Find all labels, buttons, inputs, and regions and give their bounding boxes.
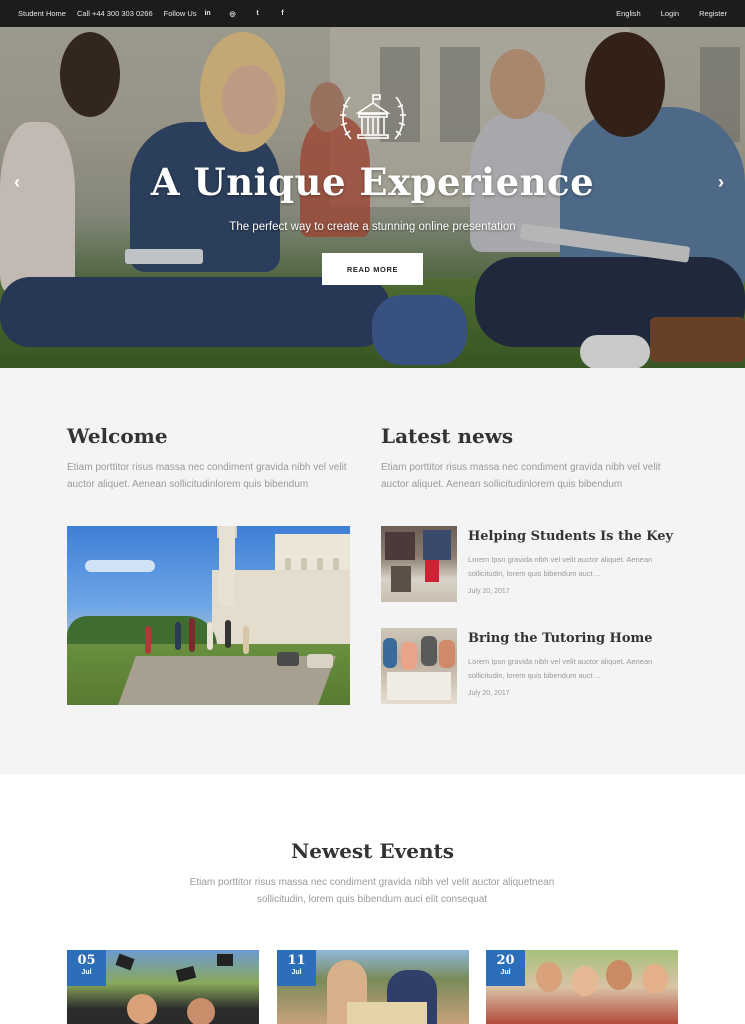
events-heading: Newest Events bbox=[290, 839, 455, 863]
event-date-badge: 20 Jul bbox=[486, 950, 525, 986]
news-thumbnail-library[interactable] bbox=[381, 526, 457, 602]
welcome-news-section: Welcome Etiam porttitor risus massa nec … bbox=[0, 368, 745, 774]
events-text: Etiam porttitor risus massa nec condimen… bbox=[189, 877, 555, 905]
login-link[interactable]: Login bbox=[661, 9, 679, 18]
twitter-icon[interactable]: t bbox=[254, 10, 262, 17]
event-card[interactable]: 05 Jul bbox=[67, 950, 259, 1024]
news-excerpt: Lorem Ipsn gravida nibh vel velit auctor… bbox=[468, 657, 653, 680]
top-bar: Student Home Call +44 300 303 0266 Follo… bbox=[0, 0, 745, 27]
latest-news-text: Etiam porttitor risus massa nec condimen… bbox=[381, 462, 661, 490]
student-home-link[interactable]: Student Home bbox=[18, 9, 66, 18]
register-link[interactable]: Register bbox=[699, 9, 727, 18]
language-selector[interactable]: English bbox=[616, 9, 641, 18]
campus-image bbox=[67, 526, 350, 705]
event-card[interactable]: 20 Jul bbox=[486, 950, 678, 1024]
latest-news-heading: Latest news bbox=[381, 424, 514, 448]
hero-title: A Unique Experience bbox=[150, 160, 595, 204]
news-title[interactable]: Bring the Tutoring Home bbox=[468, 631, 653, 646]
welcome-heading: Welcome bbox=[67, 424, 168, 448]
linkedin-icon[interactable]: in bbox=[204, 10, 212, 17]
welcome-text: Etiam porttitor risus massa nec condimen… bbox=[67, 462, 347, 490]
news-date: July 20, 2017 bbox=[468, 588, 510, 595]
news-thumbnail-tutoring[interactable] bbox=[381, 628, 457, 704]
news-title[interactable]: Helping Students Is the Key bbox=[468, 529, 673, 544]
events-section: Newest Events Etiam porttitor risus mass… bbox=[0, 774, 745, 1024]
facebook-icon[interactable]: f bbox=[279, 10, 287, 17]
event-date-badge: 05 Jul bbox=[67, 950, 106, 986]
chevron-right-icon[interactable]: › bbox=[718, 172, 724, 193]
hero-subtitle: The perfect way to create a stunning onl… bbox=[229, 221, 516, 233]
news-excerpt: Lorem Ipsn gravida nibh vel velit auctor… bbox=[468, 555, 653, 578]
event-card[interactable]: 11 Jul bbox=[277, 950, 469, 1024]
instagram-icon[interactable]: ◎ bbox=[229, 10, 237, 18]
phone-link[interactable]: Call +44 300 303 0266 bbox=[77, 9, 153, 18]
social-links: in ◎ t f bbox=[204, 10, 298, 18]
news-date: July 20, 2017 bbox=[468, 690, 510, 697]
chevron-left-icon[interactable]: ‹ bbox=[14, 172, 20, 193]
event-date-badge: 11 Jul bbox=[277, 950, 316, 986]
university-crest-icon bbox=[340, 94, 406, 140]
hero-slider: A Unique Experience The perfect way to c… bbox=[0, 27, 745, 368]
follow-us-label: Follow Us bbox=[163, 9, 197, 18]
read-more-button[interactable]: READ MORE bbox=[322, 253, 423, 285]
